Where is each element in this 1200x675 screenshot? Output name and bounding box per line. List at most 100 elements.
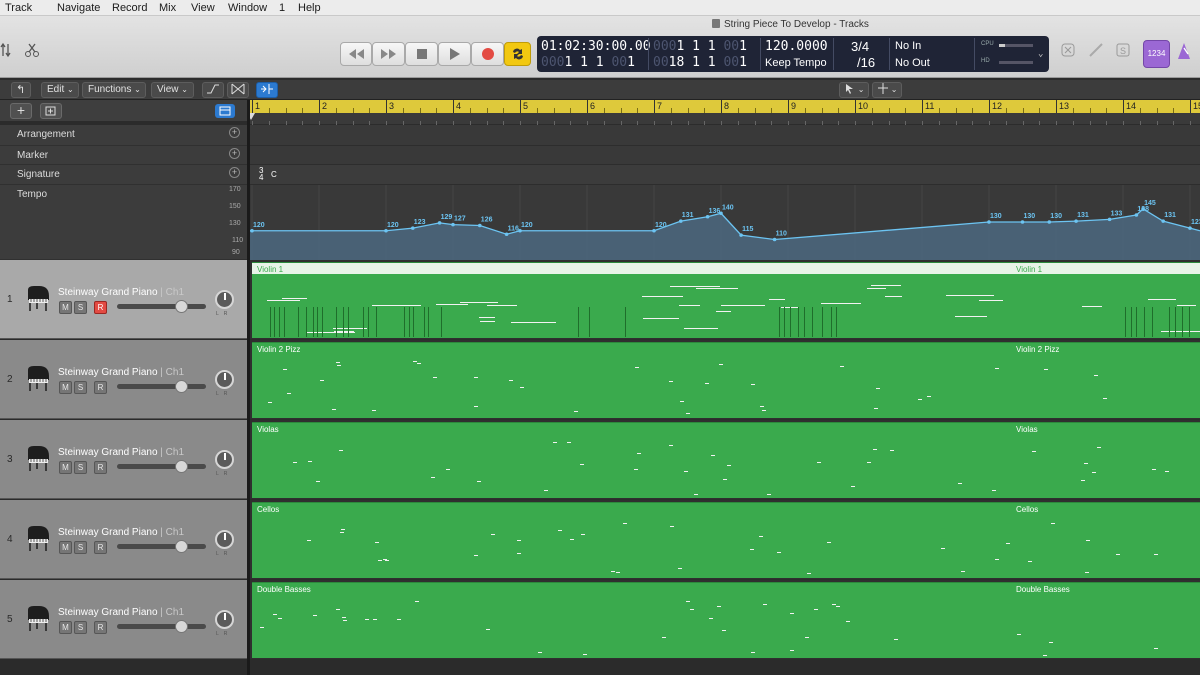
replace-icon[interactable] <box>1058 42 1078 66</box>
tempo-point[interactable] <box>987 220 991 224</box>
tempo-point[interactable] <box>478 223 482 228</box>
volume-slider[interactable] <box>117 460 206 473</box>
automation-icon[interactable] <box>202 82 224 98</box>
solo-button[interactable]: S <box>74 541 87 554</box>
tempo-point[interactable] <box>411 226 415 230</box>
tempo-point[interactable] <box>250 228 254 233</box>
tempo-point[interactable] <box>719 211 723 216</box>
solo-button[interactable]: S <box>74 301 87 314</box>
plus-icon[interactable]: + <box>229 127 240 138</box>
volume-slider-knob[interactable] <box>175 380 188 393</box>
midi-region[interactable]: Violin 1 Violin 1 <box>252 262 1200 338</box>
crosshair-tool[interactable]: ⌄ <box>872 82 902 98</box>
volume-slider-knob[interactable] <box>175 460 188 473</box>
track-name[interactable]: Steinway Grand Piano | Ch1 <box>58 287 184 298</box>
track-lane[interactable]: Cellos Cellos <box>250 500 1200 579</box>
record-button[interactable] <box>471 42 504 66</box>
tempo-point[interactable] <box>1188 226 1192 230</box>
mute-button[interactable]: M <box>59 621 72 634</box>
lcd-display[interactable]: 01:02:30:00.00 0001 1 1 001 0001 1 1 001… <box>537 36 1049 72</box>
tempo-point[interactable] <box>518 228 522 233</box>
view-menu[interactable]: View ⌄ <box>151 82 194 98</box>
tempo-point[interactable] <box>1134 213 1139 217</box>
record-enable-button[interactable]: R <box>94 381 107 394</box>
tempo-point[interactable] <box>652 228 656 233</box>
track-name[interactable]: Steinway Grand Piano | Ch1 <box>58 367 184 378</box>
functions-menu[interactable]: Functions ⌄ <box>82 82 146 98</box>
tempo-point[interactable] <box>437 221 442 225</box>
chevron-down-icon[interactable]: ⌄ <box>1038 49 1043 59</box>
midi-region[interactable]: Violas Violas <box>252 422 1200 498</box>
tempo-point[interactable] <box>1074 219 1078 223</box>
volume-slider[interactable] <box>117 300 206 313</box>
track-lane[interactable]: Violin 2 Pizz Violin 2 Pizz <box>250 340 1200 419</box>
tempo-point[interactable] <box>384 228 388 233</box>
mute-button[interactable]: M <box>59 381 72 394</box>
key-signature-marker[interactable]: C <box>271 170 277 179</box>
solo-button[interactable]: S <box>74 621 87 634</box>
tempo-point[interactable] <box>1047 220 1052 224</box>
count-in-button[interactable]: 1234 <box>1143 40 1170 68</box>
midi-region[interactable]: Double Basses Double Basses <box>252 582 1200 658</box>
pan-knob[interactable] <box>215 610 234 629</box>
menu-navigate[interactable]: Navigate <box>57 2 100 14</box>
menu-mix[interactable]: Mix <box>159 2 176 14</box>
tempo-point[interactable] <box>504 232 509 237</box>
midi-region[interactable]: Violin 2 Pizz Violin 2 Pizz <box>252 342 1200 418</box>
global-track-signature[interactable]: Signature + <box>0 165 247 185</box>
play-button[interactable] <box>438 42 471 66</box>
menu-help[interactable]: Help <box>298 2 321 14</box>
arrangement-lane[interactable] <box>250 125 1200 146</box>
plus-icon[interactable]: + <box>229 167 240 178</box>
flex-icon[interactable] <box>227 82 249 98</box>
tempo-point[interactable] <box>451 222 455 227</box>
forward-button[interactable] <box>372 42 405 66</box>
global-track-marker[interactable]: Marker + <box>0 146 247 165</box>
edit-menu[interactable]: Edit ⌄ <box>41 82 79 98</box>
volume-slider-knob[interactable] <box>175 540 188 553</box>
record-enable-button[interactable]: R <box>94 621 107 634</box>
scissors-icon[interactable] <box>22 42 42 66</box>
tempo-point[interactable] <box>739 233 743 237</box>
tempo-point[interactable] <box>1141 207 1145 211</box>
track-lane[interactable]: Violas Violas <box>250 420 1200 499</box>
mute-button[interactable]: M <box>59 301 72 314</box>
track-lane[interactable]: Violin 1 Violin 1 <box>250 260 1200 339</box>
track-lane[interactable]: Double Basses Double Basses <box>250 580 1200 659</box>
stop-button[interactable] <box>405 42 438 66</box>
marker-track-lane[interactable] <box>250 146 1200 165</box>
global-track-arrangement[interactable]: Arrangement + <box>0 125 247 146</box>
plus-icon[interactable]: + <box>229 148 240 159</box>
menu-view[interactable]: View <box>191 2 215 14</box>
pan-knob[interactable] <box>215 450 234 469</box>
volume-slider[interactable] <box>117 540 206 553</box>
add-track-button[interactable]: + <box>10 103 32 119</box>
solo-button[interactable]: S <box>74 461 87 474</box>
menu-track[interactable]: Track <box>5 2 32 14</box>
global-tracks-area[interactable]: 34 C 120 120 123 129 127 126 116 120 120 131 136 14… <box>250 125 1200 260</box>
menu-record[interactable]: Record <box>112 2 147 14</box>
record-enable-button[interactable]: R <box>94 541 107 554</box>
pointer-tool[interactable]: ⌄ <box>839 82 869 98</box>
volume-slider[interactable] <box>117 620 206 633</box>
global-tracks-button[interactable] <box>215 104 235 118</box>
back-icon[interactable]: ↰ <box>11 82 31 98</box>
time-signature-marker[interactable]: 34 <box>259 167 263 182</box>
record-enable-button[interactable]: R <box>94 461 107 474</box>
tempo-point[interactable] <box>705 214 710 219</box>
duplicate-track-button[interactable] <box>40 103 62 119</box>
rewind-button[interactable] <box>340 42 372 66</box>
tempo-point[interactable] <box>772 237 777 242</box>
menu-1[interactable]: 1 <box>279 2 285 14</box>
track-header[interactable]: 2 Steinway Grand Piano | Ch1 M S R LR <box>0 340 247 419</box>
solo-icon[interactable]: S <box>1113 42 1133 66</box>
menu-window[interactable]: Window <box>228 2 267 14</box>
volume-slider-knob[interactable] <box>175 300 188 313</box>
bar-ruler[interactable]: 123456789101112131415 <box>250 100 1200 113</box>
track-header[interactable]: 3 Steinway Grand Piano | Ch1 M S R LR <box>0 420 247 499</box>
global-track-tempo[interactable]: Tempo 170 150 130 110 90 <box>0 185 247 260</box>
track-list-divider[interactable] <box>247 100 250 675</box>
autopunch-icon[interactable] <box>1086 42 1106 66</box>
mute-button[interactable]: M <box>59 541 72 554</box>
pan-knob[interactable] <box>215 370 234 389</box>
